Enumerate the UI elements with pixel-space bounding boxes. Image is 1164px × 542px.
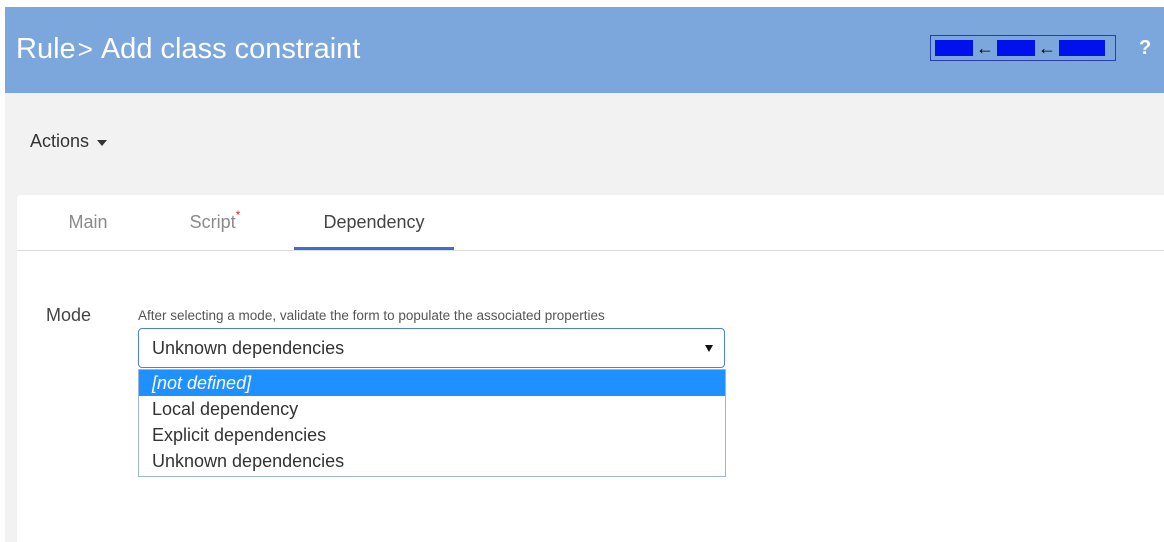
content-panel: Main Script* Dependency Mode After selec… <box>17 195 1164 542</box>
back-arrow-icon: ← <box>976 38 994 58</box>
caret-down-icon <box>97 139 108 146</box>
tab-bar: Main Script* Dependency <box>17 195 1164 251</box>
mode-select-value: Unknown dependencies <box>152 338 345 358</box>
tab-script[interactable]: Script* <box>165 195 265 250</box>
help-button[interactable]: ? <box>1139 37 1151 60</box>
mode-option-local-dependency[interactable]: Local dependency <box>139 396 725 422</box>
page-header: Rule> Add class constraint ← ← ? <box>5 7 1164 93</box>
mode-option-explicit-dependencies[interactable]: Explicit dependencies <box>139 422 725 448</box>
required-asterisk: * <box>235 208 241 222</box>
nav-block-icon[interactable] <box>997 40 1035 56</box>
actions-label: Actions <box>30 131 90 151</box>
mode-select[interactable]: Unknown dependencies <box>138 328 725 368</box>
mode-hint-text: After selecting a mode, validate the for… <box>138 308 605 323</box>
dropdown-arrow-icon <box>705 345 713 352</box>
tab-main[interactable]: Main <box>47 195 129 250</box>
mode-options-list: [not defined] Local dependency Explicit … <box>138 369 726 477</box>
app-window: Rule> Add class constraint ← ← ? Actions … <box>5 7 1164 542</box>
breadcrumb-rule[interactable]: Rule <box>16 33 76 65</box>
tab-main-label: Main <box>68 212 108 232</box>
nav-block-icon[interactable] <box>1059 40 1105 56</box>
tab-dependency-label: Dependency <box>323 212 425 232</box>
mode-label: Mode <box>46 305 92 325</box>
actions-menu-button[interactable]: Actions <box>30 131 108 152</box>
page-title: Rule> Add class constraint <box>16 31 360 67</box>
mode-option-unknown-dependencies[interactable]: Unknown dependencies <box>139 448 725 474</box>
breadcrumb-separator: > <box>77 34 93 64</box>
mode-option-not-defined[interactable]: [not defined] <box>139 370 725 396</box>
nav-block-icon[interactable] <box>935 40 973 56</box>
page-title-text: Add class constraint <box>100 33 361 65</box>
tab-script-label: Script <box>189 212 236 232</box>
back-arrow-icon: ← <box>1038 38 1056 58</box>
tab-dependency[interactable]: Dependency <box>294 195 454 250</box>
navigation-history-widget[interactable]: ← ← <box>930 35 1116 61</box>
